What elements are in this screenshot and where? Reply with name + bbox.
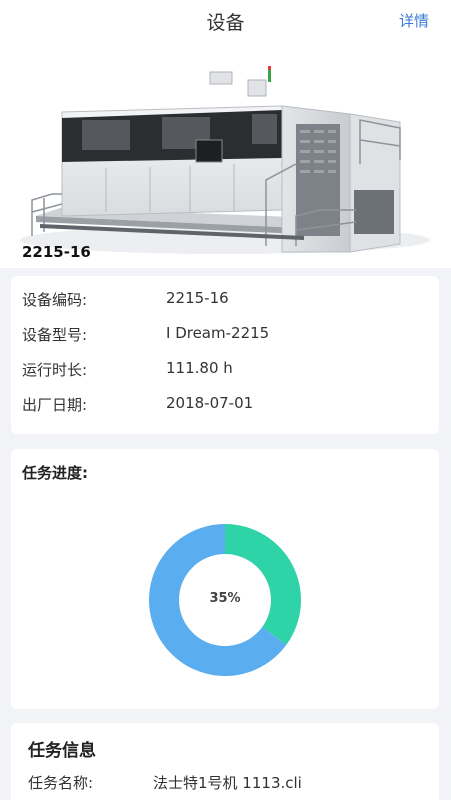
progress-done-slice xyxy=(225,524,301,645)
info-value: 111.80 h xyxy=(166,359,233,377)
info-value: I Dream-2215 xyxy=(166,324,270,342)
info-row-model: 设备型号: I Dream-2215 xyxy=(22,324,428,346)
machine-caption: 2215-16 xyxy=(22,243,91,261)
progress-percent-label: 35% xyxy=(209,591,241,606)
info-row-runtime: 运行时长: 111.80 h xyxy=(22,359,428,381)
info-row-code: 设备编码: 2215-16 xyxy=(22,289,428,311)
info-value: 2018-07-01 xyxy=(166,394,254,412)
device-info-card: 设备编码: 2215-16 设备型号: I Dream-2215 运行时长: 1… xyxy=(11,276,439,434)
info-label: 运行时长: xyxy=(22,361,88,379)
info-row-factory-date: 出厂日期: 2018-07-01 xyxy=(22,394,428,416)
top-bar: 设备 详情 xyxy=(0,0,451,40)
detail-link[interactable]: 详情 xyxy=(399,10,429,31)
progress-donut-chart xyxy=(148,524,301,676)
task-heading: 任务信息 xyxy=(28,741,96,761)
machine-image xyxy=(20,66,430,254)
info-label: 设备编码: xyxy=(22,291,88,309)
task-value: 法士特1号机 1113.cli xyxy=(153,774,302,792)
task-progress-card: 任务进度: 35% xyxy=(11,449,439,709)
task-info-card: 任务信息 任务名称: 法士特1号机 1113.cli xyxy=(11,723,439,800)
info-label: 出厂日期: xyxy=(22,396,88,414)
machine-image-panel: 2215-16 xyxy=(0,40,451,268)
info-label: 设备型号: xyxy=(22,326,88,344)
task-label: 任务名称: xyxy=(28,774,94,792)
info-value: 2215-16 xyxy=(166,289,229,307)
page-title: 设备 xyxy=(206,12,245,34)
